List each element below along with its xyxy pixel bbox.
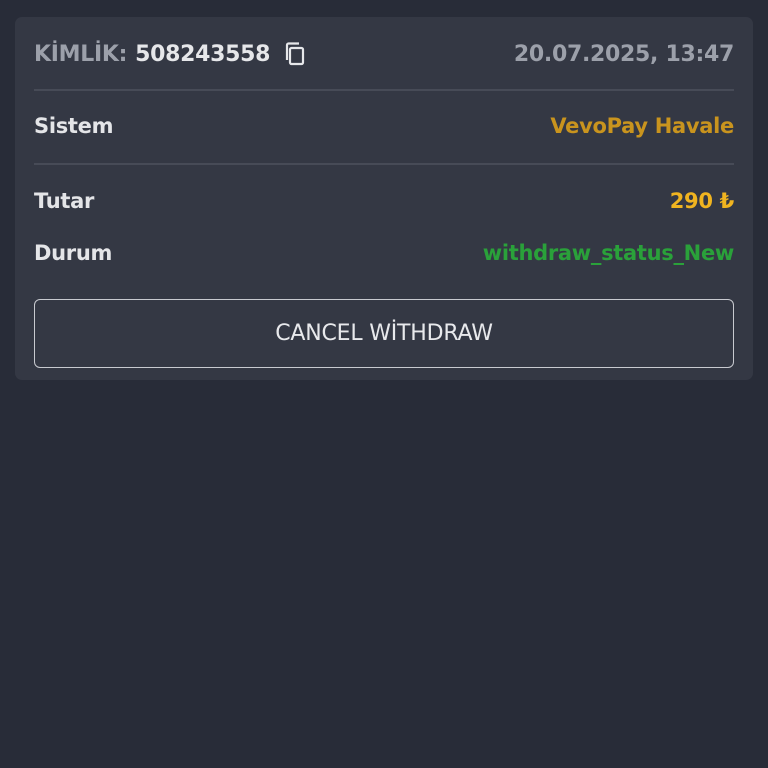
system-row: Sistem VevoPay Havale	[34, 109, 734, 143]
status-row: Durum withdraw_status_New	[34, 236, 734, 270]
status-label: Durum	[34, 241, 113, 265]
id-group: KİMLİK: 508243558	[34, 41, 306, 67]
amount-label: Tutar	[34, 189, 95, 213]
id-value: 508243558	[135, 41, 271, 67]
amount-value: 290 ₺	[669, 189, 735, 213]
copy-icon[interactable]	[284, 41, 306, 67]
id-label: KİMLİK:	[34, 41, 128, 67]
system-label: Sistem	[34, 114, 114, 138]
divider	[34, 89, 734, 91]
cancel-withdraw-button[interactable]: CANCEL WİTHDRAW	[34, 299, 734, 368]
divider	[34, 163, 734, 165]
id-row: KİMLİK: 508243558 20.07.2025, 13:47	[34, 37, 734, 71]
system-value: VevoPay Havale	[550, 114, 734, 138]
transaction-datetime: 20.07.2025, 13:47	[513, 41, 734, 67]
amount-row: Tutar 290 ₺	[34, 184, 734, 218]
transaction-card: KİMLİK: 508243558 20.07.2025, 13:47 Sist…	[15, 17, 753, 380]
status-value: withdraw_status_New	[482, 241, 735, 265]
